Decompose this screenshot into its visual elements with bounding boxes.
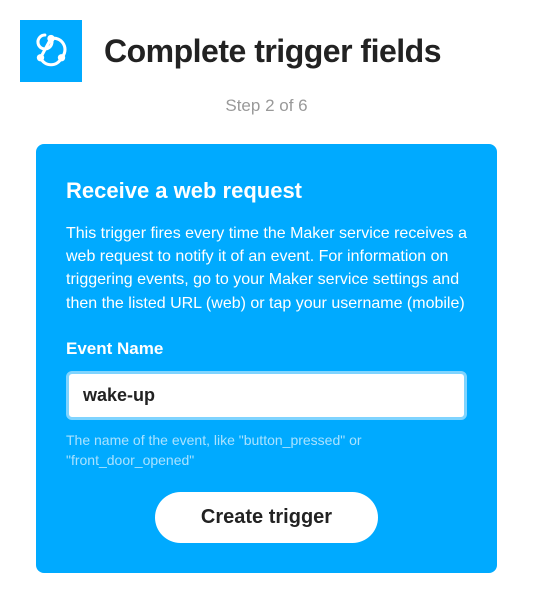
create-trigger-button[interactable]: Create trigger xyxy=(155,492,378,543)
event-name-label: Event Name xyxy=(66,339,467,359)
event-name-hint: The name of the event, like "button_pres… xyxy=(66,430,467,471)
webhooks-icon xyxy=(30,28,72,75)
submit-row: Create trigger xyxy=(66,492,467,543)
page-header: Complete trigger fields xyxy=(0,20,533,90)
event-name-input[interactable] xyxy=(83,385,450,406)
trigger-card: Receive a web request This trigger fires… xyxy=(36,144,497,573)
step-indicator: Step 2 of 6 xyxy=(0,96,533,116)
page-title: Complete trigger fields xyxy=(104,33,441,70)
event-name-input-wrap[interactable] xyxy=(66,371,467,420)
webhooks-icon-box xyxy=(20,20,82,82)
card-title: Receive a web request xyxy=(66,178,467,204)
card-description: This trigger fires every time the Maker … xyxy=(66,222,467,315)
